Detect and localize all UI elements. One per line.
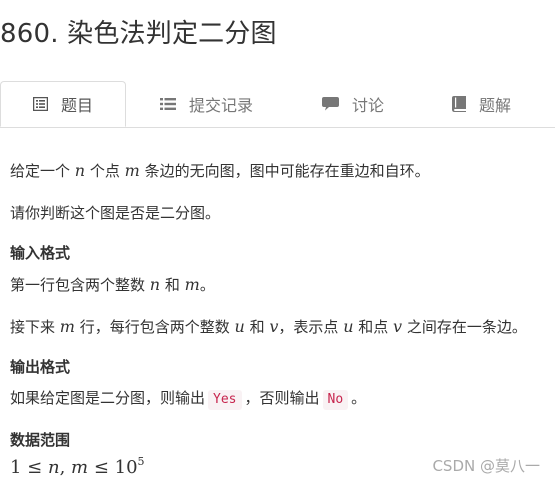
tab-solution[interactable]: 题解 (452, 81, 511, 127)
text: 条边的无向图，图中可能存在重边和自环。 (139, 162, 430, 180)
text: 。 (199, 276, 215, 294)
text: 和 (160, 276, 185, 294)
math-var: n (47, 457, 60, 478)
tab-discussion[interactable]: 讨论 (322, 81, 384, 127)
math-var: m (71, 457, 89, 478)
math-var: m (124, 161, 140, 180)
problem-page: 860. 染色法判定二分图 题目 提交记录 讨论 题解 给定一个 n 个点 m … (0, 0, 555, 485)
code-yes: Yes (208, 390, 242, 410)
math-var: u (343, 317, 354, 336)
tab-problem-label: 题目 (60, 96, 93, 115)
book-icon (452, 96, 466, 112)
text: ，表示点 (278, 318, 344, 336)
input-format-line-1: 第一行包含两个整数 n 和 m。 (10, 274, 215, 295)
tab-bar: 题目 提交记录 讨论 题解 (0, 81, 555, 128)
text: ，否则输出 (244, 389, 320, 407)
text: 。 (351, 389, 367, 407)
formula-text: , (59, 457, 72, 478)
input-format-line-2: 接下来 m 行，每行包含两个整数 u 和 v，表示点 u 和点 v 之间存在一条… (10, 316, 527, 337)
description-line-1: 给定一个 n 个点 m 条边的无向图，图中可能存在重边和自环。 (10, 160, 430, 181)
list-box-icon (32, 97, 48, 111)
input-format-heading: 输入格式 (10, 244, 71, 262)
comment-icon (322, 97, 339, 111)
math-var: n (74, 161, 86, 180)
text: 如果给定图是二分图，则输出 (10, 389, 206, 407)
list-icon (160, 97, 176, 111)
math-var: m (59, 317, 75, 336)
tab-submissions[interactable]: 提交记录 (160, 81, 253, 127)
description-line-2: 请你判断这个图是否是二分图。 (10, 204, 221, 222)
output-format-heading: 输出格式 (10, 358, 71, 376)
text: 第一行包含两个整数 (10, 276, 150, 294)
formula-text: ≤ 10 (88, 457, 138, 478)
math-var: n (149, 275, 161, 294)
tab-submissions-label: 提交记录 (189, 96, 254, 115)
exponent: 5 (137, 455, 145, 468)
page-title: 860. 染色法判定二分图 (0, 19, 277, 49)
text: 给定一个 (10, 162, 75, 180)
formula-text: 1 ≤ (10, 457, 48, 478)
data-range-formula: 1 ≤ n, m ≤ 105 (10, 455, 145, 478)
math-var: v (393, 317, 403, 336)
tab-problem[interactable]: 题目 (0, 81, 126, 127)
math-var: m (184, 275, 200, 294)
math-var: u (234, 317, 245, 336)
text: 和 (244, 318, 270, 336)
tab-solution-label: 题解 (479, 96, 512, 115)
watermark: CSDN @莫八一 (432, 457, 540, 475)
text: 行，每行包含两个整数 (74, 318, 235, 336)
text: 接下来 (10, 318, 60, 336)
output-format-line: 如果给定图是二分图，则输出 Yes ，否则输出 No。 (10, 387, 366, 410)
text: 和点 (353, 318, 394, 336)
code-no: No (322, 390, 349, 410)
data-range-heading: 数据范围 (10, 431, 71, 449)
text: 之间存在一条边。 (402, 318, 527, 336)
text: 个点 (85, 162, 125, 180)
tab-discussion-label: 讨论 (352, 96, 385, 115)
